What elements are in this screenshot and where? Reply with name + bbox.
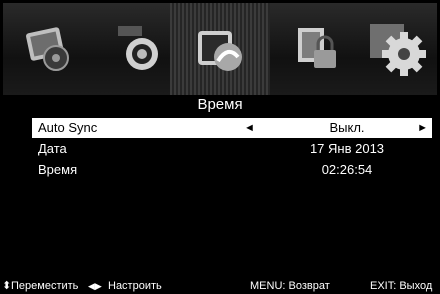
menu-item-auto-sync[interactable]: Auto Sync ◄ Выкл. ► bbox=[32, 118, 432, 138]
setup-icon[interactable] bbox=[363, 13, 433, 83]
adjust-hint-icon: ◀▶ bbox=[88, 281, 102, 291]
exit-hint: EXIT: Выход bbox=[370, 280, 433, 292]
tv-menu-screen: Время Auto Sync ◄ Выкл. ► Дата 17 Янв 20… bbox=[0, 0, 440, 294]
arrow-left-icon[interactable]: ◄ bbox=[244, 118, 255, 138]
sound-icon[interactable] bbox=[103, 13, 173, 83]
menu-item-value: Выкл. bbox=[329, 120, 365, 135]
footer-hints: ⬍ Переместить ◀▶ Настроить MENU: Возврат… bbox=[0, 278, 440, 294]
time-icon[interactable] bbox=[170, 3, 270, 95]
move-hint-icon: ⬍ bbox=[2, 280, 12, 292]
lock-icon[interactable] bbox=[283, 13, 353, 83]
menu-item-value: 17 Янв 2013 bbox=[309, 141, 385, 156]
menu-item-value: 02:26:54 bbox=[321, 162, 373, 177]
arrow-right-icon[interactable]: ► bbox=[417, 118, 428, 138]
menu-back-hint: MENU: Возврат bbox=[250, 280, 330, 292]
menu-item-date[interactable]: Дата 17 Янв 2013 bbox=[32, 139, 432, 159]
menu-icon-strip bbox=[3, 3, 437, 95]
menu-item-time[interactable]: Время 02:26:54 bbox=[32, 160, 432, 180]
adjust-hint-label: Настроить bbox=[108, 280, 162, 292]
move-hint-label: Переместить bbox=[11, 280, 79, 292]
picture-icon[interactable] bbox=[15, 13, 85, 83]
menu-item-label: Auto Sync bbox=[38, 120, 98, 135]
menu-item-label: Дата bbox=[38, 141, 67, 156]
menu-item-label: Время bbox=[38, 162, 78, 177]
section-title: Время bbox=[197, 96, 243, 113]
